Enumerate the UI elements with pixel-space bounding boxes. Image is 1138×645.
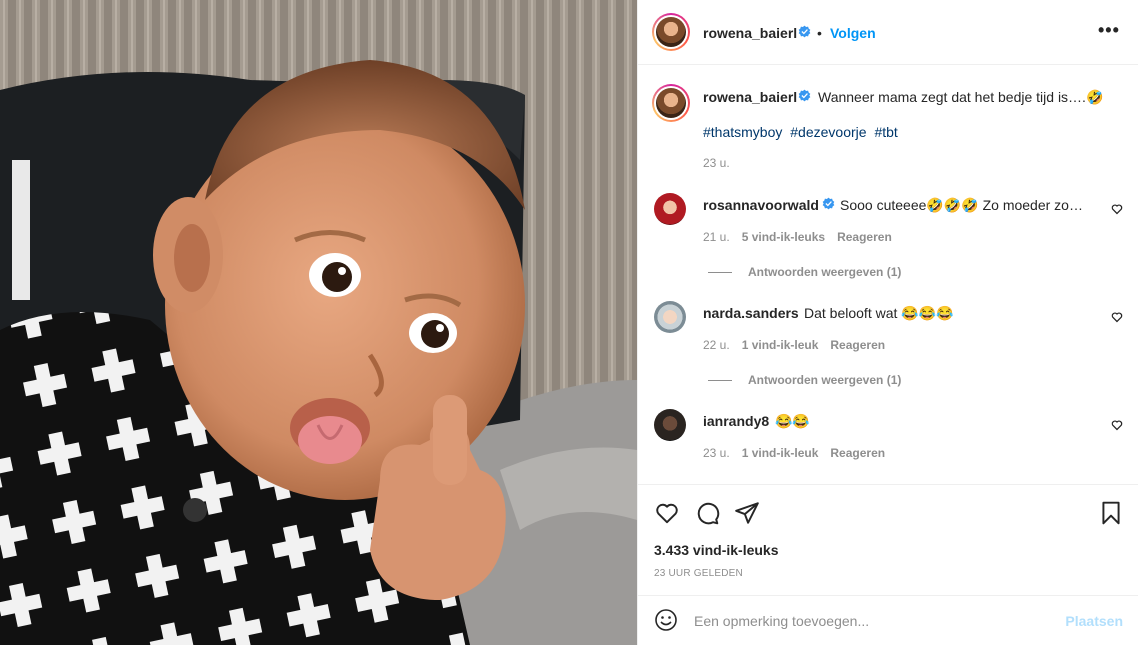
post-actions-bar: 3.433 vind-ik-leuks 23 UUR GELEDEN	[638, 484, 1138, 594]
verified-badge-icon	[822, 197, 835, 210]
instagram-post: rowena_baierl • Volgen ••• rowena_baierl…	[0, 0, 1138, 645]
comment-avatar[interactable]	[654, 301, 686, 333]
comment-like-heart-icon[interactable]	[1111, 419, 1123, 431]
hashtag-link[interactable]: #thatsmyboy	[703, 124, 782, 140]
comment-bubble-icon[interactable]	[694, 500, 720, 526]
comment-meta: 21 u. 5 vind-ik-leuks Reageren	[703, 230, 892, 244]
view-replies-label: Antwoorden weergeven (1)	[748, 265, 902, 279]
comment-like-heart-icon[interactable]	[1111, 311, 1123, 323]
like-count[interactable]: 3.433 vind-ik-leuks	[654, 542, 779, 558]
comment-time: 23 u.	[703, 446, 730, 460]
hashtag-link[interactable]: #dezevoorje	[790, 124, 866, 140]
comment-text: 😂😂	[775, 413, 810, 429]
view-replies-button[interactable]: Antwoorden weergeven (1)	[708, 373, 901, 387]
caption-avatar[interactable]	[652, 84, 690, 122]
post-header: rowena_baierl • Volgen •••	[638, 0, 1138, 65]
hashtag-link[interactable]: #tbt	[874, 124, 897, 140]
post-side-panel: rowena_baierl • Volgen ••• rowena_baierl…	[637, 0, 1138, 645]
reply-button[interactable]: Reageren	[830, 446, 885, 460]
view-replies-label: Antwoorden weergeven (1)	[748, 373, 902, 387]
comment-meta: 22 u. 1 vind-ik-leuk Reageren	[703, 338, 885, 352]
comment-username[interactable]: narda.sanders	[703, 305, 799, 321]
comment-like-heart-icon[interactable]	[1111, 203, 1123, 215]
author-avatar[interactable]	[652, 13, 690, 51]
emoji-smile-icon[interactable]	[654, 608, 678, 632]
comment-avatar[interactable]	[654, 409, 686, 441]
comment-likes[interactable]: 5 vind-ik-leuks	[742, 230, 825, 244]
baby-photo-illustration	[0, 0, 637, 645]
comment-input[interactable]	[694, 610, 1054, 632]
comment-likes[interactable]: 1 vind-ik-leuk	[742, 338, 819, 352]
post-photo[interactable]	[0, 0, 637, 645]
verified-badge-icon	[798, 89, 811, 102]
comment-avatar[interactable]	[654, 193, 686, 225]
add-comment-bar: Plaatsen	[638, 595, 1138, 645]
reply-button[interactable]: Reageren	[837, 230, 892, 244]
post-time-ago: 23 UUR GELEDEN	[654, 568, 743, 579]
author-username[interactable]: rowena_baierl	[703, 25, 797, 41]
comment-text: Dat belooft wat 😂😂😂	[804, 305, 954, 321]
comment-time: 21 u.	[703, 230, 730, 244]
bookmark-icon[interactable]	[1098, 500, 1124, 526]
post-comment-button[interactable]: Plaatsen	[1065, 613, 1123, 629]
comment-text: Sooo cuteeee🤣🤣🤣 Zo moeder zo…	[840, 197, 1083, 213]
follow-button[interactable]: Volgen	[830, 25, 876, 41]
comment-username[interactable]: ianrandy8	[703, 413, 769, 429]
caption-hashtags: #thatsmyboy #dezevoorje #tbt	[703, 124, 902, 140]
more-options-button[interactable]: •••	[1098, 20, 1120, 41]
caption-username[interactable]: rowena_baierl	[703, 89, 797, 105]
paper-plane-icon[interactable]	[734, 500, 760, 526]
view-replies-button[interactable]: Antwoorden weergeven (1)	[708, 265, 901, 279]
comment-likes[interactable]: 1 vind-ik-leuk	[742, 446, 819, 460]
reply-button[interactable]: Reageren	[830, 338, 885, 352]
separator-dot: •	[817, 25, 822, 41]
comment-meta: 23 u. 1 vind-ik-leuk Reageren	[703, 446, 885, 460]
comment-time: 22 u.	[703, 338, 730, 352]
verified-badge-icon	[798, 25, 811, 38]
caption-text: Wanneer mama zegt dat het bedje tijd is……	[818, 89, 1104, 105]
comment-username[interactable]: rosannavoorwald	[703, 197, 819, 213]
heart-icon[interactable]	[654, 500, 680, 526]
caption-time: 23 u.	[703, 156, 730, 170]
